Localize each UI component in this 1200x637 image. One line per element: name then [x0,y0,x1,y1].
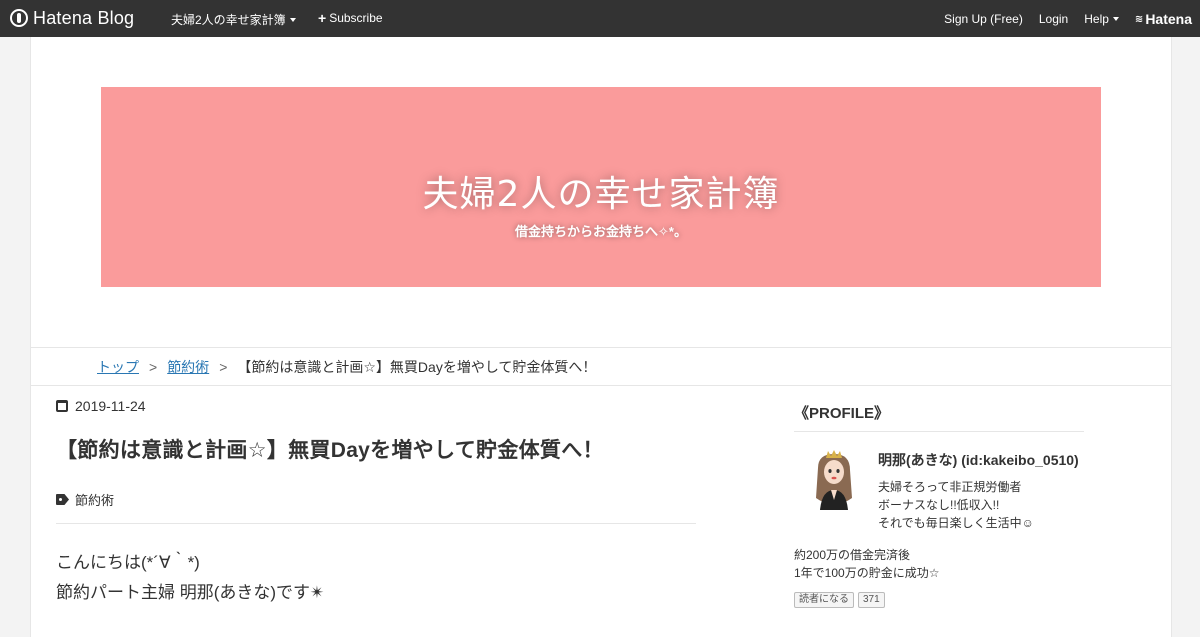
subscribe-button[interactable]: + Subscribe [318,11,383,25]
help-label: Help [1084,12,1109,26]
calendar-icon [56,400,68,412]
profile-text-line: 約200万の借金完済後 [794,548,911,562]
body-paragraph: こんにちは(*´∀｀*) [56,553,200,572]
profile-text-line: 1年で100万の貯金に成功☆ [794,566,940,580]
profile-desc-line: それでも毎日楽しく生活中☺ [878,516,1034,530]
divider [56,523,696,524]
blog-menu-dropdown[interactable]: 夫婦2人の幸せ家計簿 [171,11,296,28]
category-link[interactable]: 節約術 [75,490,114,509]
profile-info: 明那(あきな) (id:kakeibo_0510) 夫婦そろって非正規労働者 ボ… [878,448,1084,532]
hatena-blog-logo[interactable]: Hatena Blog [10,7,134,29]
hatena-logo-icon [10,9,28,27]
follower-count[interactable]: 371 [858,592,885,608]
blog-header-banner[interactable]: 夫婦2人の幸せ家計簿 借金持ちからお金持ちへ✧*。 [101,87,1101,287]
follow-buttons: 読者になる 371 [794,592,1084,608]
breadcrumb-current: 【節約は意識と計画☆】無買Dayを増やして貯金体質へ！ [237,358,597,375]
blog-menu-label: 夫婦2人の幸せ家計簿 [171,13,286,27]
article-title[interactable]: 【節約は意識と計画☆】無買Dayを増やして貯金体質へ！ [56,434,696,464]
logo-text: Hatena Blog [33,7,135,28]
caret-down-icon [289,17,296,22]
profile-name[interactable]: 明那(あきな) (id:kakeibo_0510) [878,450,1084,470]
help-menu[interactable]: Help [1084,12,1119,26]
hatena-wave-icon: ≋ [1134,13,1143,25]
blog-title[interactable]: 夫婦2人の幸せ家計簿 [101,165,1101,217]
profile-description: 夫婦そろって非正規労働者 ボーナスなし!!低収入!! それでも毎日楽しく生活中☺ [878,478,1084,532]
signup-link[interactable]: Sign Up (Free) [944,12,1023,26]
header-right-links: Sign Up (Free) Login Help ≋ Hatena [928,11,1192,27]
hatena-label: Hatena [1145,11,1192,27]
blog-description: 借金持ちからお金持ちへ✧*。 [515,224,687,239]
article-date-text: 2019-11-24 [75,398,146,414]
follow-button[interactable]: 読者になる [794,592,854,608]
profile-module: 明那(あきな) (id:kakeibo_0510) 夫婦そろって非正規労働者 ボ… [794,448,1084,532]
plus-icon: + [318,10,327,26]
body-paragraph: 節約パート主婦 明那(あきな)です✴ [56,583,325,602]
avatar-illustration [804,448,864,510]
article: 2019-11-24 【節約は意識と計画☆】無買Dayを増やして貯金体質へ！ 節… [56,398,696,608]
profile-desc-line: 夫婦そろって非正規労働者 [878,480,1022,494]
caret-down-icon [1112,17,1119,21]
global-header: Hatena Blog 夫婦2人の幸せ家計簿 + Subscribe Sign … [0,0,1200,37]
profile-heading: 《PROFILE》 [794,402,1084,432]
hatena-link[interactable]: ≋ Hatena [1135,11,1192,27]
article-body: こんにちは(*´∀｀*) 節約パート主婦 明那(あきな)です✴ [56,548,696,608]
tag-icon [56,494,69,505]
avatar[interactable] [804,448,864,510]
article-categories: 節約術 [56,490,696,509]
breadcrumb-separator: > [219,358,228,375]
profile-extra-text: 約200万の借金完済後 1年で100万の貯金に成功☆ [794,546,1084,582]
sidebar: 《PROFILE》 明那(あきな) (id:kakeibo_0510) 夫婦そろ… [794,402,1084,608]
breadcrumb-top-link[interactable]: トップ [97,357,139,377]
breadcrumb-separator: > [149,358,158,375]
login-link[interactable]: Login [1039,12,1068,26]
profile-desc-line: ボーナスなし!!低収入!! [878,498,1000,512]
article-date[interactable]: 2019-11-24 [56,398,696,414]
breadcrumb-category-link[interactable]: 節約術 [167,357,209,377]
breadcrumb: トップ > 節約術 > 【節約は意識と計画☆】無買Dayを増やして貯金体質へ！ [31,347,1171,386]
subscribe-label: Subscribe [329,11,383,25]
